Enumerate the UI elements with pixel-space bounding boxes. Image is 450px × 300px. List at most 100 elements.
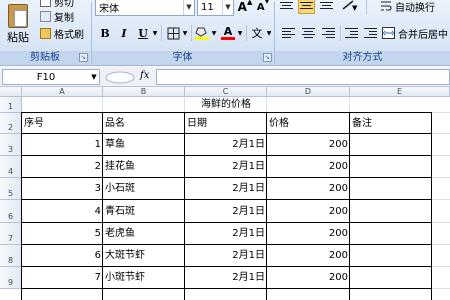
name-box[interactable]: F10 ▼ (2, 69, 100, 85)
table-cell-no[interactable]: 1 (22, 134, 103, 156)
table-cell-price[interactable]: 200 (267, 178, 350, 200)
align-top-button[interactable] (278, 0, 295, 14)
table-cell-no[interactable]: 4 (22, 200, 103, 223)
column-header-a[interactable]: A (22, 87, 103, 97)
table-cell-date[interactable]: 2月1日 (185, 178, 267, 200)
merge-center-button[interactable]: 合并后居中 (382, 25, 448, 41)
fill-color-button[interactable] (193, 24, 211, 42)
row-header-5[interactable]: 5 (0, 178, 22, 200)
table-cell-price[interactable]: 200 (267, 134, 350, 156)
table-cell-name[interactable]: 草鱼 (103, 134, 185, 156)
decrease-indent-button[interactable] (343, 24, 360, 41)
column-header-c[interactable]: C (185, 87, 267, 97)
column-header-e[interactable]: E (350, 87, 450, 97)
phonetic-dropdown[interactable]: ▼ (265, 24, 273, 42)
row-header-9[interactable]: 9 (0, 267, 22, 289)
orientation-button[interactable]: ▼ (338, 0, 362, 14)
font-color-dropdown[interactable]: ▼ (236, 24, 244, 42)
underline-dropdown[interactable]: ▼ (151, 24, 159, 42)
row-header-7[interactable]: 7 (0, 223, 22, 245)
column-header-b[interactable]: B (103, 87, 185, 97)
table-cell-date[interactable]: 2月1日 (185, 223, 267, 245)
table-cell-price[interactable]: 200 (267, 223, 350, 245)
table-header-cell[interactable]: 价格 (267, 113, 350, 134)
table-cell-name[interactable]: 老虎鱼 (103, 223, 185, 245)
row-header-2[interactable]: 2 (0, 113, 22, 134)
table-cell-date[interactable]: 2月1日 (185, 200, 267, 223)
clipboard-dialog-launcher-icon[interactable]: ↘ (79, 53, 88, 62)
table-cell-name[interactable]: 挂花鱼 (103, 156, 185, 178)
phonetic-button[interactable]: 文 (248, 24, 266, 42)
chevron-down-icon[interactable]: ▼ (222, 0, 233, 15)
grow-font-icon: A (237, 0, 247, 14)
table-cell-price[interactable]: 200 (267, 200, 350, 223)
paste-button[interactable]: 粘贴 (2, 4, 34, 50)
wrap-text-button[interactable]: 自动换行 (380, 0, 435, 14)
italic-button[interactable]: I (116, 24, 132, 42)
table-cell-date[interactable]: 2月1日 (185, 156, 267, 178)
align-middle-button[interactable] (298, 0, 315, 14)
table-cell-no[interactable]: 7 (22, 267, 103, 289)
format-painter-button[interactable]: 格式刷 (40, 27, 84, 41)
table-cell-note[interactable] (350, 156, 450, 178)
copy-button[interactable]: 复制 (40, 10, 74, 24)
fill-color-dropdown[interactable]: ▼ (210, 24, 218, 42)
alignment-group-label: 对齐方式 (275, 51, 450, 65)
chevron-down-icon[interactable]: ▼ (89, 73, 99, 81)
table-cell-name[interactable]: 小斑节虾 (103, 267, 185, 289)
table-cell-price[interactable]: 200 (267, 267, 350, 289)
table-cell-date[interactable]: 2月1日 (185, 267, 267, 289)
table-header-cell[interactable]: 序号 (22, 113, 103, 134)
table-border (22, 288, 432, 289)
font-size-select[interactable]: 11 ▼ (197, 0, 234, 16)
table-cell-no[interactable]: 5 (22, 223, 103, 245)
select-all-corner[interactable] (0, 87, 22, 97)
row-header-4[interactable]: 4 (0, 156, 22, 178)
table-header-cell[interactable]: 品名 (103, 113, 185, 134)
table-cell-no[interactable]: 3 (22, 178, 103, 200)
align-bottom-button[interactable] (318, 0, 335, 14)
font-color-button[interactable]: A (219, 24, 237, 42)
insert-function-button[interactable]: fx (140, 70, 149, 81)
increase-indent-button[interactable] (362, 24, 379, 41)
table-cell-note[interactable] (350, 267, 450, 289)
cut-button[interactable]: 剪切 (40, 0, 74, 9)
borders-button[interactable] (164, 24, 182, 42)
formula-input[interactable] (156, 69, 450, 85)
font-family-select[interactable]: 宋体 ▼ (95, 0, 195, 16)
table-cell-no[interactable]: 6 (22, 245, 103, 267)
table-header-cell[interactable]: 日期 (185, 113, 267, 134)
copy-icon (40, 10, 51, 22)
table-cell-note[interactable] (350, 245, 450, 267)
table-cell-name[interactable]: 小石斑 (103, 178, 185, 200)
formula-bar-handle-icon[interactable] (104, 71, 136, 84)
row-header-1[interactable]: 1 (0, 97, 22, 113)
table-cell-date[interactable]: 2月1日 (185, 245, 267, 267)
table-cell-price[interactable]: 200 (267, 245, 350, 267)
shrink-font-button[interactable]: A ▼ (255, 0, 271, 16)
table-cell-note[interactable] (350, 134, 450, 156)
bold-button[interactable]: B (97, 24, 113, 42)
align-right-button[interactable] (320, 24, 337, 41)
column-header-d[interactable]: D (267, 87, 350, 97)
table-cell-price[interactable]: 200 (267, 156, 350, 178)
table-cell-name[interactable]: 青石斑 (103, 200, 185, 223)
table-header-cell[interactable]: 备注 (350, 113, 450, 134)
table-cell-note[interactable] (350, 223, 450, 245)
row-header-8[interactable]: 8 (0, 245, 22, 267)
borders-dropdown[interactable]: ▼ (181, 24, 189, 42)
align-center-button[interactable] (300, 24, 317, 41)
table-cell-name[interactable]: 大斑节虾 (103, 245, 185, 267)
row-header-3[interactable]: 3 (0, 134, 22, 156)
grow-font-button[interactable]: A ▲ (237, 0, 253, 16)
table-cell-note[interactable] (350, 200, 450, 223)
row-header-6[interactable]: 6 (0, 200, 22, 223)
underline-button[interactable]: U (135, 24, 151, 42)
table-cell-date[interactable]: 2月1日 (185, 134, 267, 156)
align-left-button[interactable] (280, 24, 297, 41)
table-cell-note[interactable] (350, 178, 450, 200)
chevron-down-icon[interactable]: ▼ (183, 0, 194, 15)
font-dialog-launcher-icon[interactable]: ↘ (263, 53, 272, 62)
worksheet[interactable]: A B C D E 1 2 3 4 5 6 7 8 9 海鲜的价格 序号 品名 日期 价格 备注 1 草鱼 2月1日 200 2… (0, 87, 450, 300)
table-cell-no[interactable]: 2 (22, 156, 103, 178)
